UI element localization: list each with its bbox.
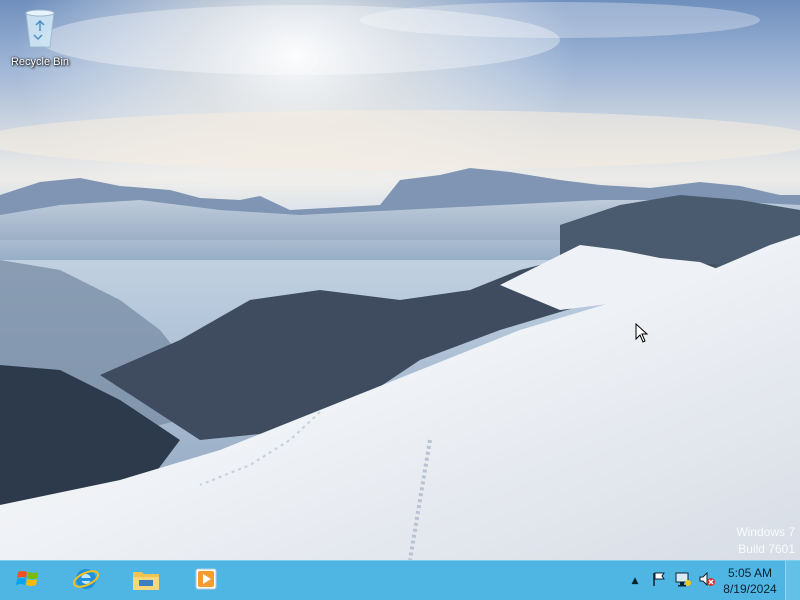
taskbar-file-explorer-button[interactable] — [116, 561, 176, 600]
tray-overflow-button[interactable]: ▲ — [623, 561, 647, 600]
clock-time: 5:05 AM — [727, 566, 773, 580]
windows-logo-icon — [16, 568, 40, 594]
taskbar-clock[interactable]: 5:05 AM 8/19/2024 — [719, 561, 781, 600]
start-button[interactable] — [0, 561, 56, 600]
internet-explorer-icon — [72, 565, 100, 597]
action-center-button[interactable] — [647, 561, 671, 600]
wallpaper-image — [0, 0, 800, 560]
system-tray: ▲ 5:05 AM 8/19/2024 — [623, 561, 800, 600]
taskbar-media-player-button[interactable] — [176, 561, 236, 600]
os-watermark: Windows 7 Build 7601 — [736, 524, 795, 558]
network-icon — [674, 571, 692, 591]
taskbar: ▲ 5:05 AM 8/19/2024 — [0, 560, 800, 600]
network-button[interactable] — [671, 561, 695, 600]
taskbar-internet-explorer-button[interactable] — [56, 561, 116, 600]
desktop-wallpaper — [0, 0, 800, 560]
recycle-bin-icon — [20, 4, 60, 52]
flag-icon — [651, 571, 667, 591]
mouse-cursor-icon — [635, 322, 649, 347]
show-desktop-button[interactable] — [785, 561, 800, 600]
chevron-up-icon: ▲ — [631, 576, 639, 586]
clock-date: 8/19/2024 — [723, 582, 777, 596]
recycle-bin-desktop-icon[interactable]: Recycle Bin — [4, 4, 76, 76]
volume-muted-icon — [698, 571, 716, 591]
folder-icon — [131, 566, 161, 596]
recycle-bin-label: Recycle Bin — [10, 56, 70, 68]
volume-button[interactable] — [695, 561, 719, 600]
watermark-line2: Build 7601 — [738, 542, 795, 556]
media-player-icon — [193, 566, 219, 596]
watermark-line1: Windows 7 — [736, 525, 795, 539]
